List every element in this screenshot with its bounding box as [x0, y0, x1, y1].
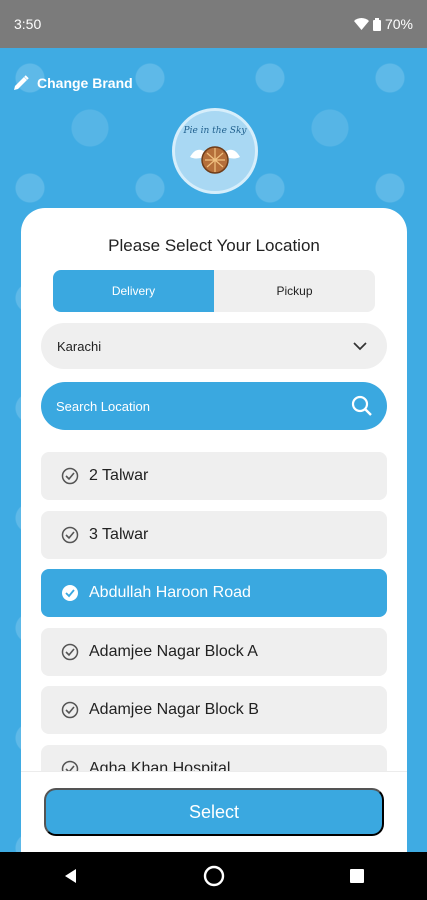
pie-logo-icon	[190, 146, 240, 174]
brand-logo: Pie in the Sky	[172, 108, 258, 194]
delivery-pickup-toggle: Delivery Pickup	[53, 270, 375, 312]
status-time: 3:50	[14, 16, 42, 32]
wifi-icon	[353, 17, 369, 30]
home-icon[interactable]	[203, 865, 225, 887]
recents-icon[interactable]	[349, 868, 365, 884]
location-item-selected[interactable]: Abdullah Haroon Road	[41, 569, 387, 618]
android-navigation-bar	[0, 852, 427, 900]
location-label: 3 Talwar	[89, 525, 149, 543]
back-icon[interactable]	[62, 867, 80, 885]
change-brand-label: Change Brand	[37, 75, 133, 91]
check-circle-icon	[61, 643, 79, 661]
location-list: 2 Talwar 3 Talwar Abdullah Haroon Road A…	[41, 452, 387, 771]
logo-text: Pie in the Sky	[183, 126, 247, 136]
tab-pickup[interactable]: Pickup	[214, 270, 375, 312]
check-circle-icon	[61, 702, 79, 719]
location-item[interactable]: 3 Talwar	[41, 510, 387, 559]
location-label: Adamjee Nagar Block B	[89, 701, 259, 719]
check-circle-icon	[61, 526, 79, 543]
change-brand-button[interactable]: Change Brand	[12, 74, 133, 92]
location-item[interactable]: Adamjee Nagar Block B	[41, 686, 387, 735]
check-circle-filled-icon	[62, 585, 78, 602]
check-circle-icon	[61, 760, 79, 771]
search-icon[interactable]	[351, 395, 373, 417]
tab-delivery[interactable]: Delivery	[53, 270, 214, 312]
search-location-input[interactable]: Search Location	[41, 382, 387, 430]
location-label: Agha Khan Hospital	[89, 759, 231, 771]
pencil-icon	[14, 75, 29, 90]
chevron-down-icon	[353, 341, 367, 350]
list-divider	[21, 771, 407, 772]
status-bar: 3:50 70%	[0, 0, 427, 48]
location-title: Please Select Your Location	[108, 236, 320, 255]
status-indicators: 70%	[353, 16, 413, 32]
location-card: Please Select Your Location Delivery Pic…	[21, 208, 407, 852]
select-button[interactable]: Select	[44, 788, 384, 836]
search-placeholder: Search Location	[56, 398, 150, 414]
battery-percent: 70%	[384, 16, 413, 32]
city-value: Karachi	[57, 338, 102, 354]
location-label: 2 Talwar	[89, 467, 149, 484]
battery-icon	[372, 17, 381, 31]
location-label: Abdullah Haroon Road	[89, 584, 251, 602]
city-select[interactable]: Karachi	[41, 323, 387, 369]
location-item[interactable]: 2 Talwar	[41, 452, 387, 500]
check-circle-icon	[61, 467, 79, 485]
location-item[interactable]: Adamjee Nagar Block A	[41, 627, 387, 676]
location-item[interactable]: Agha Khan Hospital	[41, 744, 387, 771]
location-label: Adamjee Nagar Block A	[89, 642, 258, 660]
